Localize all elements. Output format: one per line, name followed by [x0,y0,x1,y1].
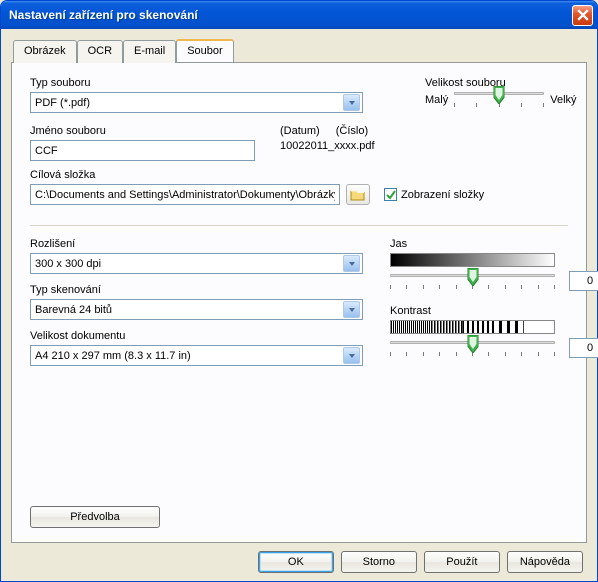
number-label: (Číslo) [336,125,368,137]
brightness-slider[interactable] [390,274,555,289]
top-section: Typ souboru PDF (*.pdf) Velikost souboru… [30,77,568,113]
tab-obrazek[interactable]: Obrázek [13,40,77,63]
section-divider [30,225,568,226]
close-icon [577,9,589,21]
file-type-combo[interactable]: PDF (*.pdf) [30,92,363,113]
scantype-value: Barevná 24 bitů [35,304,112,316]
folder-icon [350,188,366,202]
contrast-value[interactable]: 0 [569,338,598,358]
napoveda-button[interactable]: Nápověda [507,551,583,573]
dest-label: Cílová složka [30,169,568,181]
date-label: (Datum) [280,125,320,137]
docsize-label: Velikost dokumentu [30,330,370,342]
filename-label: Jméno souboru [30,125,260,137]
predvolba-button[interactable]: Předvolba [30,506,160,528]
resolution-combo[interactable]: 300 x 300 dpi [30,253,363,274]
contrast-label: Kontrast [390,305,598,317]
pouzit-button[interactable]: Použít [424,551,500,573]
show-folder-label: Zobrazení složky [401,189,484,201]
file-size-slider[interactable] [454,92,544,107]
titlebar: Nastavení zařízení pro skenování [1,1,597,29]
brightness-label: Jas [390,238,598,250]
tabpage-soubor: Typ souboru PDF (*.pdf) Velikost souboru… [11,62,587,543]
file-type-label: Typ souboru [30,77,365,89]
window-title: Nastavení zařízení pro skenování [9,8,572,22]
filename-row: Jméno souboru (Datum) (Číslo) 10022011_x… [30,125,568,161]
dest-input[interactable] [30,184,340,205]
destination-row: Cílová složka Zobrazení složky [30,169,568,205]
ok-button[interactable]: OK [258,551,334,573]
client-area: Obrázek OCR E-mail Soubor Typ souboru PD… [1,29,597,581]
dialog-footer: OK Storno Použít Nápověda [11,543,587,573]
dialog-window: Nastavení zařízení pro skenování Obrázek… [0,0,598,582]
checkmark-icon [386,190,396,200]
scantype-label: Typ skenování [30,284,370,296]
file-size-max: Velký [550,94,576,106]
resolution-value: 300 x 300 dpi [35,258,101,270]
contrast-pattern [390,320,555,334]
filename-input[interactable] [30,140,255,161]
scantype-combo[interactable]: Barevná 24 bitů [30,299,363,320]
tab-email[interactable]: E-mail [123,40,176,63]
chevron-down-icon [343,94,360,111]
tab-soubor[interactable]: Soubor [176,39,233,62]
storno-button[interactable]: Storno [341,551,417,573]
contrast-slider[interactable] [390,341,555,356]
docsize-combo[interactable]: A4 210 x 297 mm (8.3 x 11.7 in) [30,345,363,366]
tabstrip: Obrázek OCR E-mail Soubor [11,39,587,62]
close-button[interactable] [572,5,593,26]
file-type-value: PDF (*.pdf) [35,97,90,109]
docsize-value: A4 210 x 297 mm (8.3 x 11.7 in) [35,350,191,362]
brightness-value[interactable]: 0 [569,271,598,291]
brightness-gradient [390,253,555,267]
resolution-label: Rozlišení [30,238,370,250]
chevron-down-icon [343,347,360,364]
show-folder-checkbox[interactable]: Zobrazení složky [384,188,484,201]
file-size-min: Malý [425,94,448,106]
tab-ocr[interactable]: OCR [77,40,123,63]
chevron-down-icon [343,255,360,272]
browse-folder-button[interactable] [346,184,370,205]
chevron-down-icon [343,301,360,318]
bottom-section: Rozlišení 300 x 300 dpi Typ skenování Ba… [30,238,568,366]
filename-pattern: 10022011_xxxx.pdf [280,140,375,152]
